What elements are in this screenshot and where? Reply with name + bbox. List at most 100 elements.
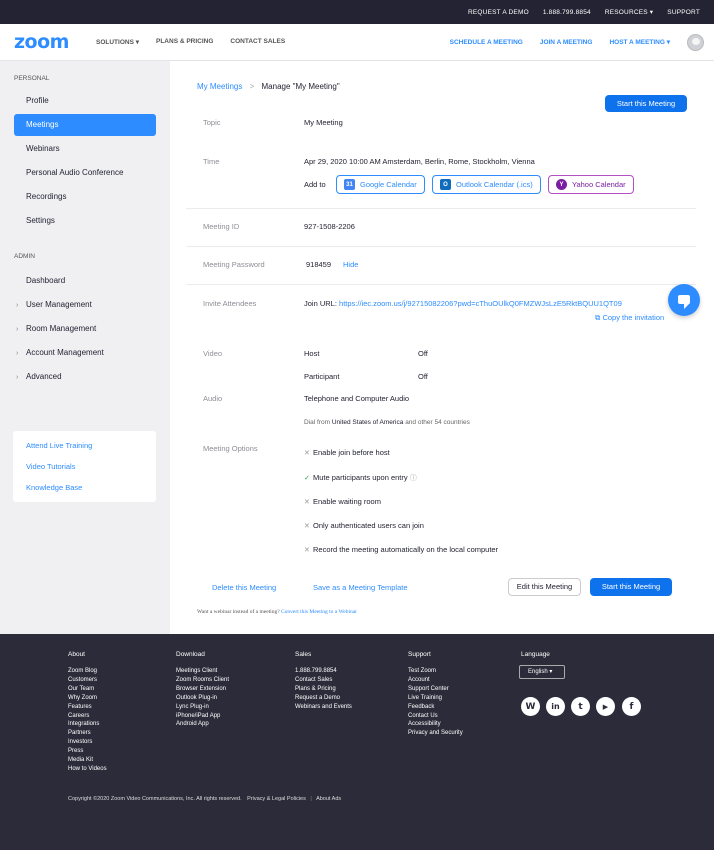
footer-link[interactable]: Support Center: [408, 685, 463, 694]
sidebar-item-personal-audio-conference[interactable]: Personal Audio Conference: [14, 162, 156, 184]
footer-link[interactable]: Android App: [176, 720, 229, 729]
footer-link[interactable]: How to Videos: [68, 765, 107, 774]
sidebar-item-settings[interactable]: Settings: [14, 210, 156, 232]
footer-link[interactable]: Contact Us: [408, 712, 463, 721]
knowledge-base-link[interactable]: Knowledge Base: [13, 481, 156, 502]
footer-link[interactable]: Account: [408, 676, 463, 685]
sidebar-item-account-management[interactable]: › Account Management: [14, 342, 156, 364]
copy-invitation-button[interactable]: ⧉ Copy the invitation: [595, 313, 664, 323]
video-tutorials-link[interactable]: Video Tutorials: [13, 460, 156, 481]
video-label: Video: [203, 349, 223, 358]
divider: [186, 208, 696, 209]
footer: About Zoom Blog Customers Our Team Why Zoom…: [0, 634, 714, 850]
footer-link[interactable]: Outlook Plug-in: [176, 694, 229, 703]
footer-link[interactable]: Media Kit: [68, 756, 107, 765]
invite-attendees-label: Invite Attendees: [203, 299, 257, 308]
footer-link[interactable]: 1.888.799.8854: [295, 667, 352, 676]
time-value: Apr 29, 2020 10:00 AM Amsterdam, Berlin,…: [304, 157, 535, 166]
phone-link[interactable]: 1.888.799.8854: [543, 9, 591, 16]
contact-sales-link[interactable]: CONTACT SALES: [230, 38, 285, 46]
yahoo-calendar-button[interactable]: Y Yahoo Calendar: [548, 175, 634, 194]
chat-bubble-button[interactable]: [668, 284, 700, 316]
outlook-calendar-button[interactable]: O Outlook Calendar (.ics): [432, 175, 541, 194]
footer-link[interactable]: Zoom Rooms Client: [176, 676, 229, 685]
footer-link[interactable]: iPhone/iPad App: [176, 712, 229, 721]
start-meeting-button-top[interactable]: Start this Meeting: [605, 95, 687, 112]
footer-link[interactable]: Investors: [68, 738, 107, 747]
host-meeting-menu[interactable]: HOST A MEETING ▾: [609, 38, 670, 46]
footer-link[interactable]: Accessibility: [408, 720, 463, 729]
host-video-label: Host: [304, 349, 320, 358]
resources-menu[interactable]: RESOURCES ▾: [605, 8, 653, 16]
yahoo-icon: Y: [556, 179, 567, 190]
footer-link[interactable]: Browser Extension: [176, 685, 229, 694]
sidebar-item-advanced[interactable]: › Advanced: [14, 366, 156, 388]
footer-link[interactable]: Privacy and Security: [408, 729, 463, 738]
sidebar-item-meetings[interactable]: Meetings: [14, 114, 156, 136]
footer-about-title: About: [68, 651, 85, 658]
google-calendar-button[interactable]: 31 Google Calendar: [336, 175, 425, 194]
hide-password-link[interactable]: Hide: [343, 260, 358, 269]
avatar[interactable]: [687, 33, 704, 51]
plans-pricing-link[interactable]: PLANS & PRICING: [156, 38, 213, 46]
attend-live-training-link[interactable]: Attend Live Training: [13, 439, 156, 460]
option-label: Record the meeting automatically on the …: [313, 545, 499, 554]
facebook-icon[interactable]: f: [622, 697, 641, 716]
convert-to-webinar-link[interactable]: Convert this Meeting to a Webinar: [281, 609, 357, 615]
wordpress-icon[interactable]: W: [521, 697, 540, 716]
sidebar-item-recordings[interactable]: Recordings: [14, 186, 156, 208]
solutions-menu[interactable]: SOLUTIONS ▾: [96, 38, 139, 46]
footer-link[interactable]: Webinars and Events: [295, 703, 352, 712]
edit-meeting-button[interactable]: Edit this Meeting: [508, 578, 581, 596]
privacy-link[interactable]: Privacy & Legal Policies: [247, 796, 306, 802]
footer-link[interactable]: Careers: [68, 712, 107, 721]
join-url-link[interactable]: https://iec.zoom.us/j/92715082206?pwd=cT…: [339, 299, 622, 308]
save-template-link[interactable]: Save as a Meeting Template: [313, 583, 408, 592]
chevron-right-icon: ›: [16, 326, 19, 333]
zoom-logo[interactable]: zoom: [14, 31, 96, 53]
sidebar-item-profile[interactable]: Profile: [14, 90, 156, 112]
meeting-id-label: Meeting ID: [203, 222, 240, 231]
topic-value: My Meeting: [304, 118, 343, 127]
join-meeting-link[interactable]: JOIN A MEETING: [540, 39, 593, 46]
breadcrumb-my-meetings[interactable]: My Meetings: [197, 82, 242, 91]
youtube-icon[interactable]: ▶: [596, 697, 615, 716]
start-meeting-button-bottom[interactable]: Start this Meeting: [590, 578, 672, 596]
info-icon[interactable]: ⓘ: [410, 475, 417, 482]
footer-link[interactable]: Integrations: [68, 720, 107, 729]
footer-link[interactable]: Feedback: [408, 703, 463, 712]
footer-sales-list: 1.888.799.8854 Contact Sales Plans & Prici…: [295, 667, 352, 712]
footer-support: Support Test Zoom Account Support Center Li…: [408, 651, 463, 738]
request-demo-link[interactable]: REQUEST A DEMO: [468, 9, 529, 16]
linkedin-icon[interactable]: in: [546, 697, 565, 716]
sidebar-item-room-management[interactable]: › Room Management: [14, 318, 156, 340]
support-link[interactable]: SUPPORT: [667, 9, 700, 16]
footer-link[interactable]: Press: [68, 747, 107, 756]
footer-link[interactable]: Meetings Client: [176, 667, 229, 676]
footer-download: Download Meetings Client Zoom Rooms Clien…: [176, 651, 229, 729]
sidebar-item-dashboard[interactable]: Dashboard: [14, 270, 156, 292]
sidebar-item-label: Account Management: [26, 348, 104, 357]
delete-meeting-link[interactable]: Delete this Meeting: [212, 583, 276, 592]
footer-link[interactable]: Test Zoom: [408, 667, 463, 676]
about-ads-link[interactable]: About Ads: [316, 796, 341, 802]
footer-link[interactable]: Customers: [68, 676, 107, 685]
footer-link[interactable]: Why Zoom: [68, 694, 107, 703]
language-select[interactable]: English ▾: [519, 665, 565, 679]
option-join-before-host: ✕ Enable join before host: [304, 448, 390, 457]
footer-sales-title: Sales: [295, 651, 312, 658]
footer-link[interactable]: Request a Demo: [295, 694, 352, 703]
footer-link[interactable]: Live Training: [408, 694, 463, 703]
footer-link[interactable]: Lync Plug-in: [176, 703, 229, 712]
copyright-row: Copyright ©2020 Zoom Video Communication…: [68, 796, 342, 802]
twitter-icon[interactable]: t: [571, 697, 590, 716]
footer-link[interactable]: Zoom Blog: [68, 667, 107, 676]
footer-link[interactable]: Contact Sales: [295, 676, 352, 685]
footer-link[interactable]: Partners: [68, 729, 107, 738]
footer-link[interactable]: Plans & Pricing: [295, 685, 352, 694]
schedule-meeting-link[interactable]: SCHEDULE A MEETING: [450, 39, 523, 46]
sidebar-item-user-management[interactable]: › User Management: [14, 294, 156, 316]
footer-link[interactable]: Features: [68, 703, 107, 712]
sidebar-item-webinars[interactable]: Webinars: [14, 138, 156, 160]
footer-link[interactable]: Our Team: [68, 685, 107, 694]
